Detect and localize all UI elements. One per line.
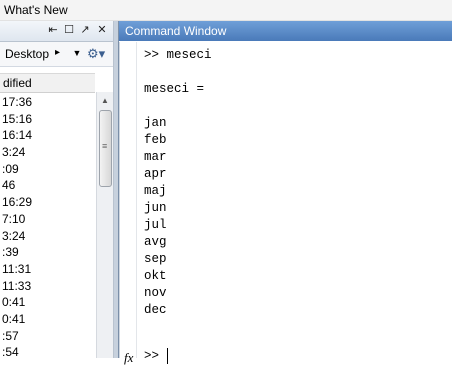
gutter-divider xyxy=(136,42,137,358)
output-line: maj xyxy=(144,184,167,198)
command-prompt: >> xyxy=(144,349,160,363)
list-item[interactable]: 16:14 xyxy=(0,127,96,144)
folder-path-bar: Desktop ▸ ▼ ⚙▾ xyxy=(0,42,113,67)
output-line: apr xyxy=(144,167,167,181)
list-item[interactable]: 0:41 xyxy=(0,294,96,311)
output-line: >> meseci xyxy=(144,48,212,62)
list-item[interactable]: 0:41 xyxy=(0,311,96,328)
command-window-output[interactable]: >> meseci meseci = jan feb mar apr maj j… xyxy=(119,42,452,365)
file-list: 17:36 15:16 16:14 3:24 :09 46 16:29 7:10… xyxy=(0,94,96,361)
close-icon[interactable]: ✕ xyxy=(95,23,109,37)
list-item[interactable]: 11:33 xyxy=(0,278,96,295)
path-dropdown-button[interactable]: ▼ xyxy=(69,45,85,62)
menu-whats-new[interactable]: What's New xyxy=(4,3,68,17)
list-item[interactable]: 11:31 xyxy=(0,261,96,278)
gear-icon[interactable]: ⚙▾ xyxy=(87,45,111,62)
output-line: jan xyxy=(144,116,167,130)
function-browser-icon[interactable]: fx xyxy=(124,350,133,366)
text-cursor xyxy=(167,348,168,364)
list-item[interactable]: 7:10 xyxy=(0,211,96,228)
path-arrow-icon[interactable]: ▸ xyxy=(55,47,60,58)
output-line: jul xyxy=(144,218,167,232)
list-item[interactable]: 3:24 xyxy=(0,144,96,161)
list-item[interactable]: 17:36 xyxy=(0,94,96,111)
output-line: mar xyxy=(144,150,167,164)
output-line: dec xyxy=(144,303,167,317)
output-line: meseci = xyxy=(144,82,205,96)
list-item[interactable]: :09 xyxy=(0,161,96,178)
list-item[interactable]: 15:16 xyxy=(0,111,96,128)
command-window-titlebar: Command Window xyxy=(119,21,452,41)
undock-icon[interactable]: ⇤ xyxy=(46,23,60,37)
output-line: sep xyxy=(144,252,167,266)
column-header-date-modified[interactable]: dified xyxy=(0,73,95,93)
list-item[interactable]: :54 xyxy=(0,344,96,361)
list-item[interactable]: 16:29 xyxy=(0,194,96,211)
menu-bar: What's New xyxy=(0,0,452,21)
list-item[interactable]: 46 xyxy=(0,177,96,194)
maximize-icon[interactable]: ☐ xyxy=(62,23,76,37)
scroll-thumb[interactable]: ≡ xyxy=(99,110,112,187)
output-line: avg xyxy=(144,235,167,249)
current-folder-panel: ⇤ ☐ ↗ ✕ Desktop ▸ ▼ ⚙▾ dified 17:36 15:1… xyxy=(0,21,114,361)
command-window: Command Window >> meseci meseci = jan fe… xyxy=(118,21,452,365)
output-line: nov xyxy=(144,286,167,300)
dock-arrow-icon[interactable]: ↗ xyxy=(78,23,92,37)
output-line: feb xyxy=(144,133,167,147)
scroll-up-arrow-icon[interactable]: ▲ xyxy=(101,96,109,105)
list-item[interactable]: :39 xyxy=(0,244,96,261)
list-item[interactable]: 3:24 xyxy=(0,228,96,245)
path-segment-desktop[interactable]: Desktop xyxy=(5,47,49,61)
panel-titlebar: ⇤ ☐ ↗ ✕ xyxy=(0,21,113,42)
vertical-scrollbar[interactable]: ▲ ≡ xyxy=(96,92,113,358)
command-window-title: Command Window xyxy=(125,24,227,38)
list-item[interactable]: :57 xyxy=(0,328,96,345)
output-line: okt xyxy=(144,269,167,283)
column-header-label: dified xyxy=(3,76,32,90)
grip-icon: ≡ xyxy=(102,141,108,151)
output-line: jun xyxy=(144,201,167,215)
